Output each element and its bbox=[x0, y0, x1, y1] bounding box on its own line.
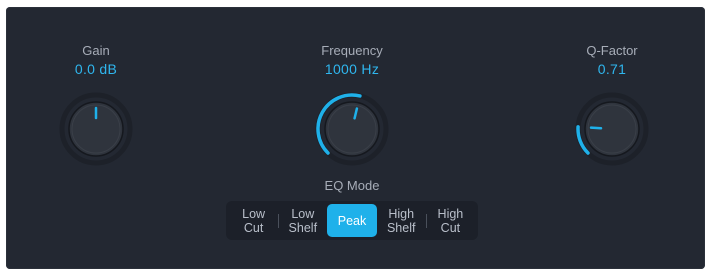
eq-mode-low-shelf[interactable]: Low Shelf bbox=[278, 204, 327, 237]
eq-mode-low-cut[interactable]: Low Cut bbox=[229, 204, 278, 237]
qfactor-value[interactable]: 0.71 bbox=[552, 61, 672, 78]
qfactor-label: Q-Factor bbox=[586, 43, 638, 58]
qfactor-knob[interactable] bbox=[572, 89, 652, 169]
frequency-section: Frequency 1000 Hz bbox=[292, 43, 412, 78]
eq-mode-high-cut[interactable]: High Cut bbox=[425, 204, 475, 237]
gain-value[interactable]: 0.0 dB bbox=[36, 61, 156, 78]
frequency-value[interactable]: 1000 Hz bbox=[292, 61, 412, 78]
qfactor-pointer bbox=[589, 126, 603, 130]
gain-section: Gain 0.0 dB bbox=[36, 43, 156, 78]
gain-knob[interactable] bbox=[56, 89, 136, 169]
frequency-label: Frequency bbox=[321, 43, 383, 58]
eq-mode-high-shelf[interactable]: High Shelf bbox=[377, 204, 426, 237]
gain-label: Gain bbox=[82, 43, 110, 58]
eq-mode-label: EQ Mode bbox=[324, 178, 380, 193]
eq-mode-selector: Low Cut Low Shelf Peak High Shelf High C… bbox=[226, 201, 478, 240]
frequency-knob[interactable] bbox=[312, 89, 392, 169]
qfactor-section: Q-Factor 0.71 bbox=[552, 43, 672, 78]
frequency-knob-body bbox=[324, 101, 380, 157]
eq-mode-peak[interactable]: Peak bbox=[327, 204, 377, 237]
